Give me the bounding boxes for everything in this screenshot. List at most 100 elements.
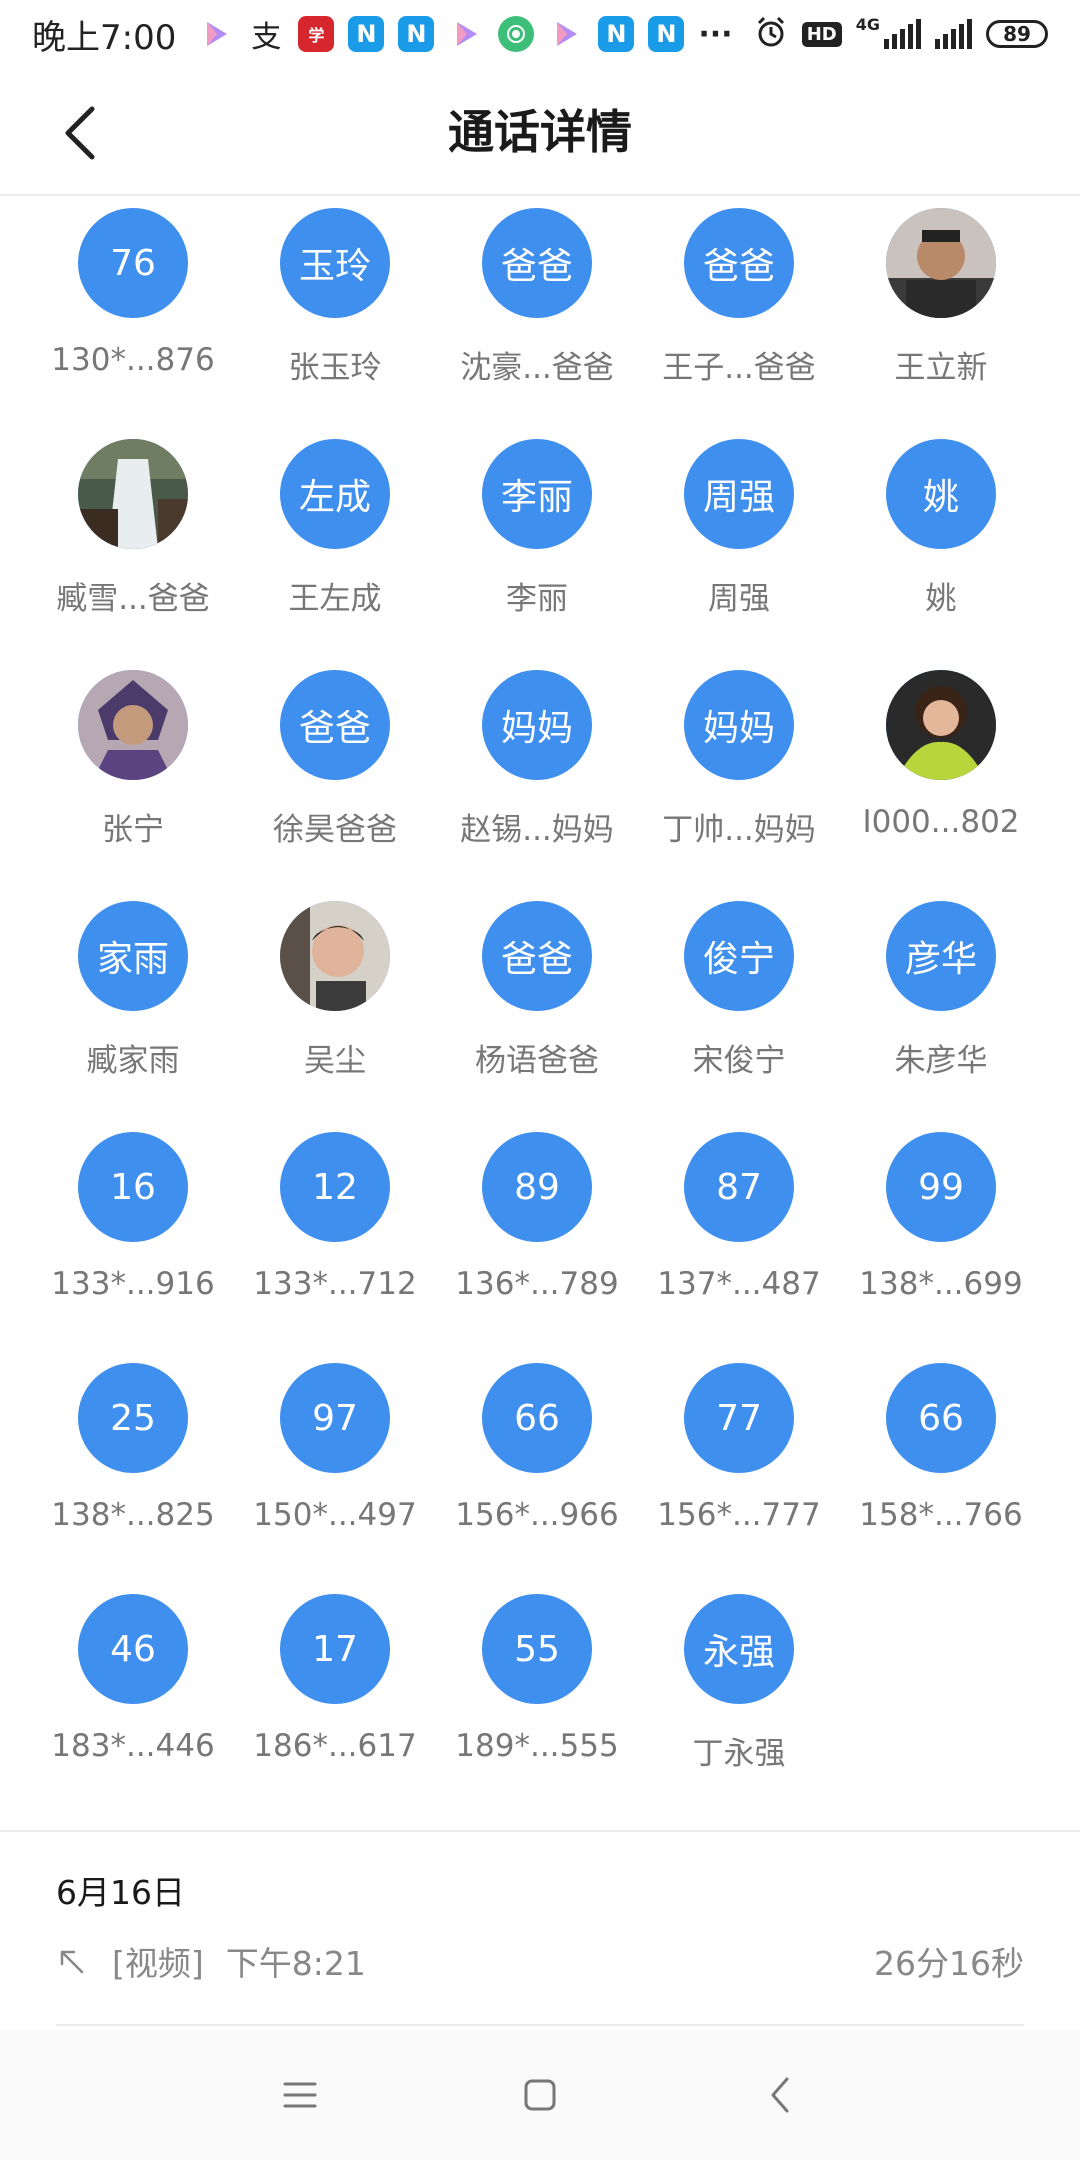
system-nav-bar (0, 2030, 1080, 2160)
participant-name: 138*...699 (859, 1266, 1023, 1302)
back-arrow-icon (65, 106, 95, 160)
participant-name: 王立新 (894, 350, 988, 386)
avatar-initials: 17 (280, 1594, 390, 1704)
participant-item[interactable]: 左成 王左成 (234, 427, 436, 658)
participant-item[interactable]: 97 150*...497 (234, 1351, 436, 1582)
avatar-photo (78, 439, 188, 549)
nav-back-button[interactable] (750, 2065, 810, 2125)
participant-name: I000...802 (862, 804, 1020, 840)
divider (56, 2024, 1024, 2026)
participant-name: 186*...617 (253, 1728, 417, 1764)
participant-name: 宋俊宁 (692, 1043, 786, 1079)
participant-name: 臧雪...爸爸 (56, 581, 210, 617)
participant-item[interactable]: 爸爸 徐昊爸爸 (234, 658, 436, 889)
play-store-icon (198, 16, 234, 52)
call-record-row[interactable]: [视频] 下午8:21 26分16秒 (56, 1936, 1024, 1986)
participant-item[interactable]: 25 138*...825 (32, 1351, 234, 1582)
notification-icons: 支 学 N N N N ··· (198, 16, 733, 55)
participant-name: 张玉玲 (288, 350, 382, 386)
status-bar: 晚上7:00 支 学 N N N N ··· HD 4G 89 (0, 0, 1080, 68)
podcast-icon (498, 16, 535, 52)
participant-item[interactable]: 66 156*...966 (436, 1351, 638, 1582)
participant-item[interactable]: 12 133*...712 (234, 1120, 436, 1351)
participants-grid: 76 130*...876 玉玲 张玉玲 爸爸 沈豪...爸爸 爸爸 王子...爸爸 王立新 臧雪… (0, 196, 1080, 1813)
avatar-initials: 姚 (886, 439, 996, 549)
call-time: 下午8:21 (225, 1944, 366, 1983)
participant-item[interactable]: 王立新 (840, 196, 1042, 427)
participant-name: 136*...789 (455, 1266, 619, 1302)
participant-name: 189*...555 (455, 1728, 619, 1764)
status-time: 晚上7:00 (32, 17, 177, 58)
avatar-initials: 66 (482, 1363, 592, 1473)
participant-name: 姚 (925, 581, 957, 617)
participant-item[interactable]: 爸爸 杨语爸爸 (436, 889, 638, 1120)
avatar-initials: 妈妈 (684, 670, 794, 780)
participant-item[interactable]: 55 189*...555 (436, 1582, 638, 1813)
divider (0, 1830, 1080, 1832)
participant-item[interactable]: 46 183*...446 (32, 1582, 234, 1813)
participant-item[interactable]: 76 130*...876 (32, 196, 234, 427)
avatar-photo (78, 670, 188, 780)
avatar-initials: 永强 (684, 1594, 794, 1704)
avatar-initials: 99 (886, 1132, 996, 1242)
participant-item[interactable]: 吴尘 (234, 889, 436, 1120)
participant-name: 周强 (708, 581, 770, 617)
avatar-initials: 89 (482, 1132, 592, 1242)
participant-name: 杨语爸爸 (475, 1043, 599, 1079)
participant-item[interactable]: 李丽 李丽 (436, 427, 638, 658)
back-button[interactable] (48, 98, 112, 168)
n-app-icon: N (598, 16, 635, 52)
participant-name: 156*...777 (657, 1497, 821, 1533)
participant-item[interactable]: 周强 周强 (638, 427, 840, 658)
participant-item[interactable]: 17 186*...617 (234, 1582, 436, 1813)
avatar-initials: 16 (78, 1132, 188, 1242)
play-store-icon (448, 16, 484, 52)
study-app-icon: 学 (298, 16, 335, 52)
participant-item[interactable]: 家雨 臧家雨 (32, 889, 234, 1120)
participant-name: 朱彦华 (894, 1043, 988, 1079)
participant-name: 133*...712 (253, 1266, 417, 1302)
participant-item[interactable]: 俊宁 宋俊宁 (638, 889, 840, 1120)
alipay-icon: 支 (251, 20, 282, 55)
avatar-initials: 李丽 (482, 439, 592, 549)
participant-item[interactable]: 臧雪...爸爸 (32, 427, 234, 658)
participant-name: 王左成 (288, 581, 382, 617)
participant-name: 吴尘 (304, 1043, 366, 1079)
participant-item[interactable]: 77 156*...777 (638, 1351, 840, 1582)
participant-item[interactable]: 66 158*...766 (840, 1351, 1042, 1582)
home-icon (524, 2079, 556, 2111)
alarm-icon (754, 15, 788, 53)
participant-item[interactable]: 16 133*...916 (32, 1120, 234, 1351)
participant-item[interactable]: 永强 丁永强 (638, 1582, 840, 1813)
participant-item[interactable]: 妈妈 赵锡...妈妈 (436, 658, 638, 889)
participant-item[interactable]: 爸爸 王子...爸爸 (638, 196, 840, 427)
participant-item[interactable]: 张宁 (32, 658, 234, 889)
participant-item[interactable]: 玉玲 张玉玲 (234, 196, 436, 427)
participant-item[interactable]: 妈妈 丁帅...妈妈 (638, 658, 840, 889)
avatar-initials: 左成 (280, 439, 390, 549)
participant-item[interactable]: 姚姚 (840, 427, 1042, 658)
avatar-initials: 彦华 (886, 901, 996, 1011)
participant-name: 183*...446 (51, 1728, 215, 1764)
title-bar: 通话详情 (0, 68, 1080, 196)
participant-item[interactable]: 99 138*...699 (840, 1120, 1042, 1351)
participant-name: 沈豪...爸爸 (460, 350, 614, 386)
home-button[interactable] (510, 2065, 570, 2125)
participant-item[interactable]: 彦华 朱彦华 (840, 889, 1042, 1120)
participant-name: 156*...966 (455, 1497, 619, 1533)
participant-item[interactable]: 87 137*...487 (638, 1120, 840, 1351)
avatar-initials: 爸爸 (482, 208, 592, 318)
avatar-photo (886, 670, 996, 780)
participant-item[interactable]: 89 136*...789 (436, 1120, 638, 1351)
avatar-photo (280, 901, 390, 1011)
outgoing-call-icon (60, 1950, 84, 1974)
participant-name: 张宁 (102, 812, 164, 848)
participant-item[interactable]: 爸爸沈豪...爸爸 (436, 196, 638, 427)
participant-name: 133*...916 (51, 1266, 215, 1302)
signal-icon (884, 19, 921, 49)
participant-item[interactable]: I000...802 (840, 658, 1042, 889)
participant-name: 150*...497 (253, 1497, 417, 1533)
avatar-initials: 爸爸 (280, 670, 390, 780)
menu-button[interactable] (270, 2065, 330, 2125)
n-app-icon: N (348, 16, 385, 52)
